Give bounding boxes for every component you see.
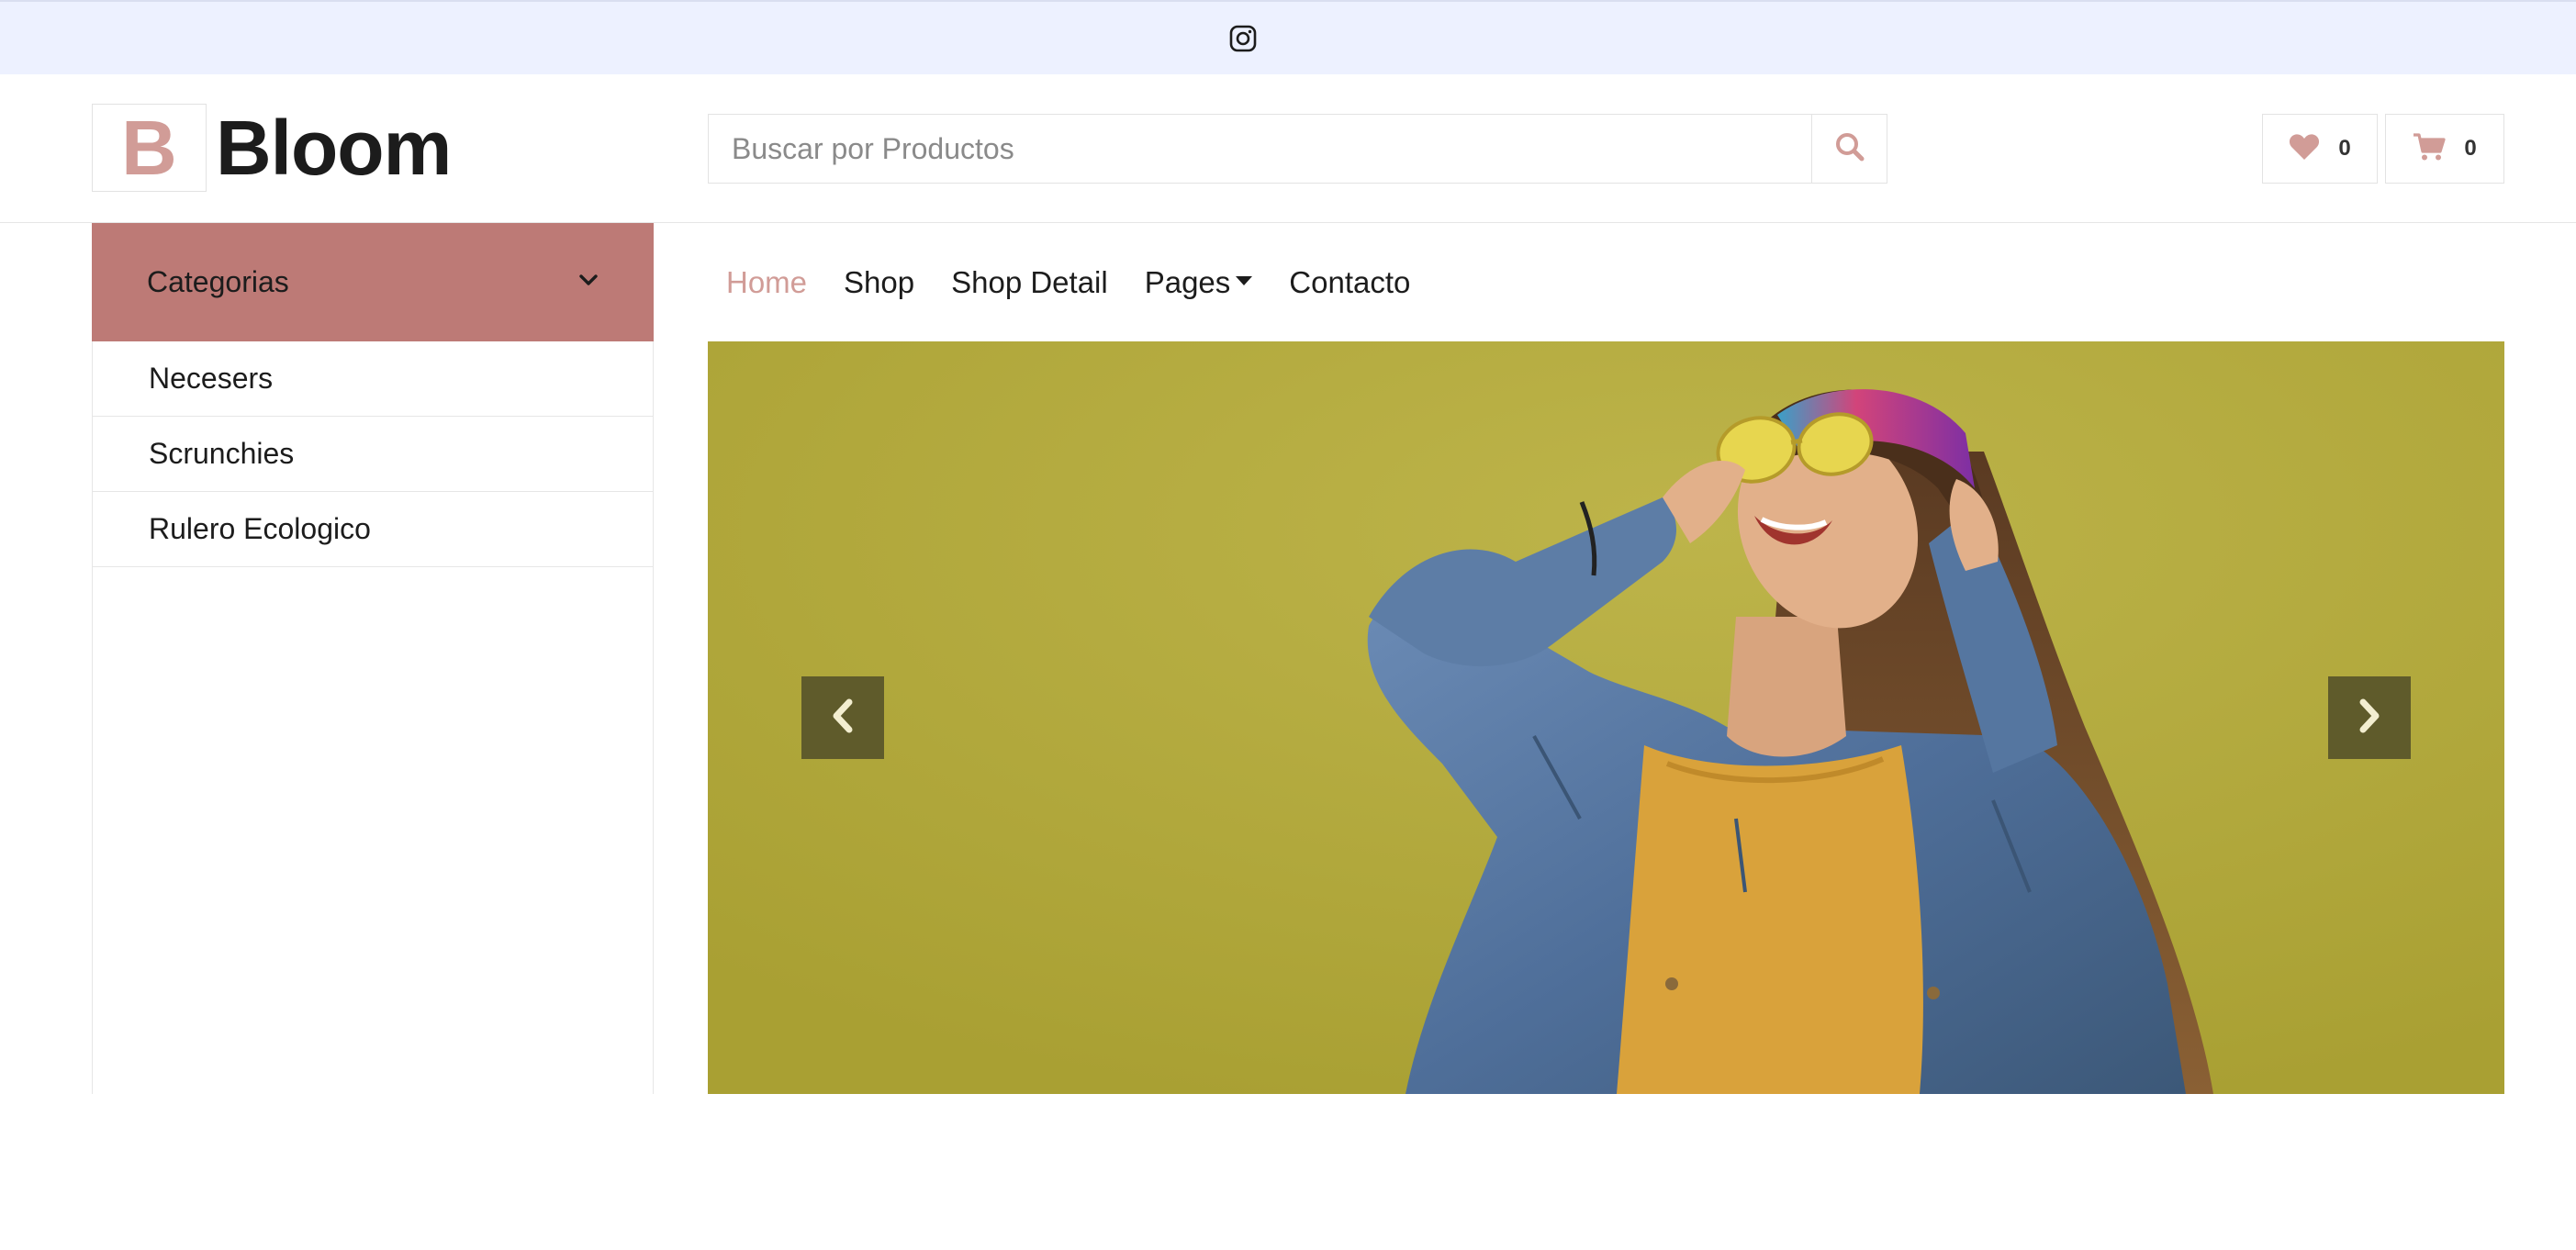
hero-image <box>708 341 2504 1094</box>
category-item-necesers[interactable]: Necesers <box>93 341 653 417</box>
nav-pages[interactable]: Pages <box>1145 265 1253 300</box>
categories-toggle[interactable]: Categorias <box>92 223 654 341</box>
categories-panel: Necesers Scrunchies Rulero Ecologico <box>92 341 654 1094</box>
hero-carousel <box>708 341 2504 1094</box>
cart-icon <box>2413 132 2446 166</box>
search-bar <box>708 114 1887 184</box>
carousel-prev-button[interactable] <box>801 676 884 759</box>
top-bar <box>0 0 2576 74</box>
nav-contacto[interactable]: Contacto <box>1289 265 1410 300</box>
nav-shop-detail[interactable]: Shop Detail <box>951 265 1108 300</box>
heart-icon <box>2289 133 2320 165</box>
chevron-down-icon <box>578 273 599 291</box>
wishlist-button[interactable]: 0 <box>2262 114 2378 184</box>
carousel-next-button[interactable] <box>2328 676 2411 759</box>
nav-pages-label: Pages <box>1144 264 1231 299</box>
search-input[interactable] <box>709 115 1811 183</box>
chevron-left-icon <box>829 698 857 738</box>
category-item-rulero-ecologico[interactable]: Rulero Ecologico <box>93 492 653 567</box>
category-item-scrunchies[interactable]: Scrunchies <box>93 417 653 492</box>
logo-letter: B <box>92 104 207 192</box>
nav-shop[interactable]: Shop <box>844 265 914 300</box>
logo-text: Bloom <box>216 104 452 191</box>
caret-down-icon <box>1236 275 1253 285</box>
search-icon <box>1834 131 1865 167</box>
main-nav: Home Shop Shop Detail Pages Contacto <box>708 223 1447 341</box>
wishlist-count: 0 <box>2338 136 2351 161</box>
nav-home[interactable]: Home <box>726 265 807 300</box>
site-header: B Bloom 0 <box>0 74 2576 223</box>
search-button[interactable] <box>1811 115 1887 183</box>
cart-count: 0 <box>2464 136 2477 161</box>
cart-button[interactable]: 0 <box>2385 114 2504 184</box>
logo[interactable]: B Bloom <box>92 104 452 192</box>
chevron-right-icon <box>2356 698 2383 738</box>
instagram-icon[interactable] <box>1228 24 1258 53</box>
categories-title: Categorias <box>147 265 289 298</box>
